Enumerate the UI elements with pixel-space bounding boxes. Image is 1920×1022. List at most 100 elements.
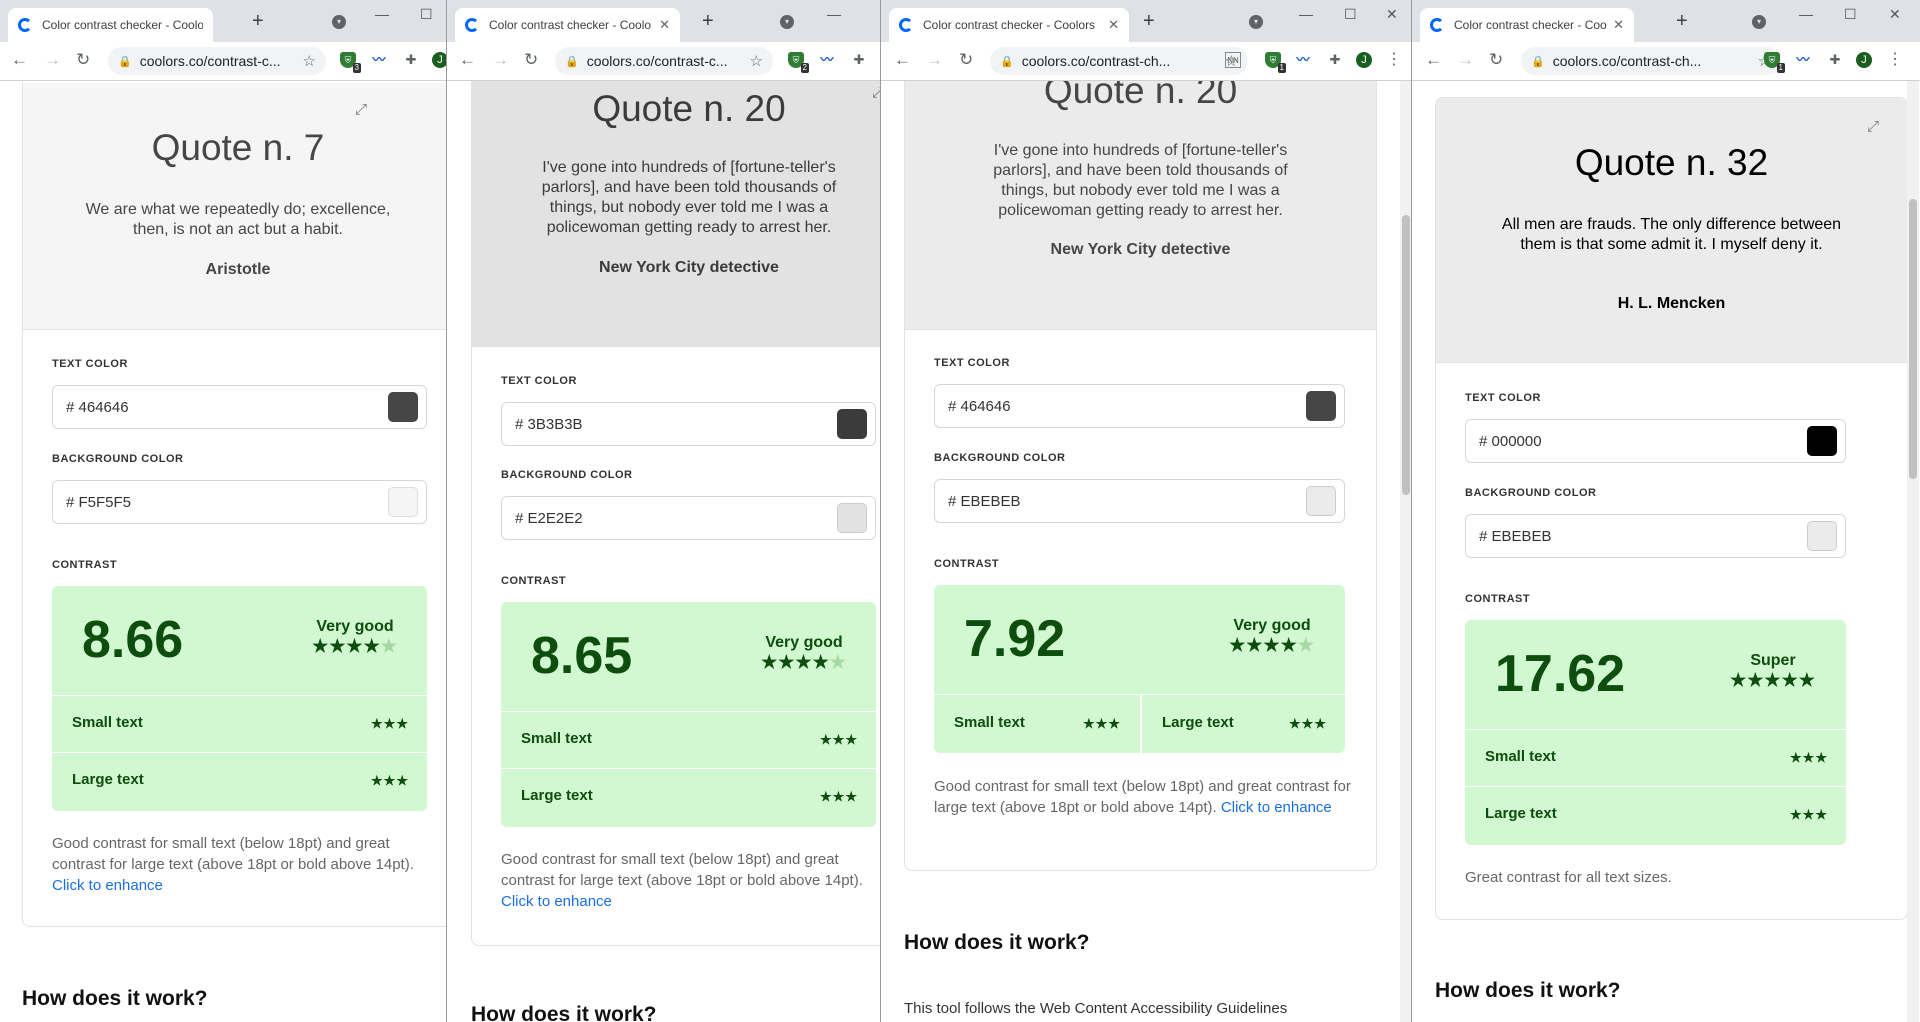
text-color-input[interactable]: # 3B3B3B (501, 402, 876, 446)
text-color-input[interactable]: # 000000 (1465, 419, 1846, 463)
close-tab-icon[interactable]: ✕ (1613, 17, 1624, 33)
scrollbar[interactable] (1400, 81, 1411, 1022)
new-tab-button[interactable]: + (1143, 10, 1155, 33)
enhance-link[interactable]: Click to enhance (52, 877, 163, 894)
forward-icon[interactable]: → (492, 50, 509, 70)
extensions-puzzle-icon[interactable]: ✚ (851, 52, 867, 68)
enhance-link[interactable]: Click to enhance (501, 893, 612, 910)
rating-star-off: ★ (380, 636, 398, 656)
close-window-icon[interactable]: ✕ (1889, 6, 1901, 23)
nn-extension-icon[interactable]: NN (1225, 52, 1241, 68)
quote-preview: ⤢ Quote n. 20 I've gone into hundreds of… (472, 81, 880, 347)
text-color-swatch[interactable] (837, 409, 867, 439)
rating-label: Very good (316, 618, 394, 635)
background-color-input[interactable]: # EBEBEB (1465, 514, 1846, 558)
close-window-icon[interactable]: ✕ (1386, 6, 1398, 23)
profile-avatar[interactable]: J (1856, 52, 1872, 68)
enhance-link[interactable]: Click to enhance (1221, 799, 1332, 816)
new-tab-button[interactable]: + (1676, 10, 1688, 33)
address-bar[interactable]: 🔒 coolors.co/contrast-ch... ☆ (990, 47, 1248, 75)
contrast-result: 7.92 Very good ★★★★★ Small text ★★★ Larg… (934, 585, 1345, 753)
reload-icon[interactable]: ↻ (1489, 50, 1503, 70)
text-color-input[interactable]: # 464646 (52, 385, 427, 429)
reload-icon[interactable]: ↻ (959, 50, 973, 70)
tab-search-icon[interactable]: ▾ (780, 15, 794, 29)
background-color-swatch[interactable] (388, 487, 418, 517)
text-color-swatch[interactable] (1807, 426, 1837, 456)
reload-icon[interactable]: ↻ (524, 50, 538, 70)
rating-stars-on: ★★★★ (1229, 635, 1298, 655)
adblock-shield-icon[interactable]: ⛨ 2 (788, 52, 809, 73)
tab-title: Color contrast checker - Coolo (42, 18, 203, 32)
background-color-swatch[interactable] (837, 503, 867, 533)
expand-icon[interactable]: ⤢ (355, 101, 367, 118)
minimize-icon[interactable]: — (375, 6, 389, 22)
wave-extension-icon[interactable]: 〰 (1295, 52, 1311, 68)
coolors-favicon-icon (465, 18, 479, 32)
back-icon[interactable]: ← (11, 50, 28, 70)
background-color-input[interactable]: # EBEBEB (934, 479, 1345, 523)
background-color-input[interactable]: # E2E2E2 (501, 496, 876, 540)
more-menu-icon[interactable]: ⋮ (1386, 52, 1402, 68)
page-content: ⤢ Quote n. 20 I've gone into hundreds of… (881, 81, 1411, 1022)
close-tab-icon[interactable]: ✕ (659, 17, 670, 33)
browser-tab[interactable]: Color contrast checker - Coolo ✕ (455, 8, 680, 42)
small-text-row: Small text ★★★ (501, 711, 876, 769)
description-text: Good contrast for small text (below 18pt… (501, 851, 863, 889)
close-tab-icon[interactable]: ✕ (1108, 17, 1119, 33)
tab-search-icon[interactable]: ▾ (1752, 15, 1766, 29)
browser-tab[interactable]: Color contrast checker - Coolors ✕ (1420, 8, 1634, 42)
back-icon[interactable]: ← (459, 50, 476, 70)
expand-icon[interactable]: ⤢ (1867, 118, 1879, 135)
text-color-input[interactable]: # 464646 (934, 384, 1345, 428)
maximize-icon[interactable]: ☐ (1844, 6, 1857, 23)
wave-extension-icon[interactable]: 〰 (819, 52, 835, 68)
text-color-swatch[interactable] (388, 392, 418, 422)
contrast-card: ⤢ Quote n. 7 We are what we repeatedly d… (22, 83, 446, 927)
wave-extension-icon[interactable]: 〰 (371, 52, 387, 68)
minimize-icon[interactable]: — (1799, 6, 1813, 22)
forward-icon[interactable]: → (1457, 50, 1474, 70)
adblock-shield-icon[interactable]: ⛨ 3 (340, 52, 361, 73)
tab-search-icon[interactable]: ▾ (332, 15, 346, 29)
background-color-input[interactable]: # F5F5F5 (52, 480, 427, 524)
adblock-shield-icon[interactable]: ⛨ 1 (1764, 52, 1785, 73)
background-color-swatch[interactable] (1807, 521, 1837, 551)
back-icon[interactable]: ← (894, 50, 911, 70)
address-bar[interactable]: 🔒 coolors.co/contrast-c... ☆ (555, 47, 773, 75)
forward-icon[interactable]: → (44, 50, 61, 70)
more-menu-icon[interactable]: ⋮ (1887, 52, 1903, 68)
back-icon[interactable]: ← (1425, 50, 1442, 70)
profile-avatar[interactable]: J (1356, 52, 1372, 68)
large-text-label: Large text (1162, 714, 1234, 731)
browser-tab[interactable]: Color contrast checker - Coolors ✕ (889, 8, 1129, 42)
text-color-swatch[interactable] (1306, 391, 1336, 421)
minimize-icon[interactable]: — (827, 6, 841, 22)
bookmark-star-icon[interactable]: ☆ (750, 52, 763, 70)
browser-toolbar: ← → ↻ 🔒 coolors.co/contrast-ch... ☆ ⛨1 〰… (1412, 42, 1920, 81)
extensions-puzzle-icon[interactable]: ✚ (403, 52, 419, 68)
bookmark-star-icon[interactable]: ☆ (303, 52, 316, 70)
minimize-icon[interactable]: — (1299, 6, 1313, 22)
scrollbar[interactable] (1907, 81, 1919, 1022)
new-tab-button[interactable]: + (252, 10, 264, 33)
browser-tab[interactable]: Color contrast checker - Coolo (8, 8, 213, 42)
adblock-shield-icon[interactable]: ⛨ 1 (1265, 52, 1286, 73)
profile-avatar[interactable]: J (432, 52, 446, 68)
address-bar[interactable]: 🔒 coolors.co/contrast-ch... ☆ (1521, 47, 1781, 75)
scrollbar-thumb[interactable] (1909, 199, 1917, 479)
extensions-puzzle-icon[interactable]: ✚ (1827, 52, 1843, 68)
maximize-icon[interactable]: ☐ (1344, 6, 1357, 23)
address-bar[interactable]: 🔒 coolors.co/contrast-c... ☆ (108, 47, 326, 75)
quote-author: New York City detective (599, 259, 779, 276)
tab-search-icon[interactable]: ▾ (1249, 15, 1263, 29)
scrollbar-thumb[interactable] (1402, 215, 1410, 495)
new-tab-button[interactable]: + (702, 10, 714, 33)
wave-extension-icon[interactable]: 〰 (1795, 52, 1811, 68)
background-color-swatch[interactable] (1306, 486, 1336, 516)
extensions-puzzle-icon[interactable]: ✚ (1327, 52, 1343, 68)
forward-icon[interactable]: → (926, 50, 943, 70)
maximize-icon[interactable]: ☐ (420, 6, 433, 23)
lock-icon: 🔒 (1000, 55, 1014, 68)
reload-icon[interactable]: ↻ (76, 50, 90, 70)
